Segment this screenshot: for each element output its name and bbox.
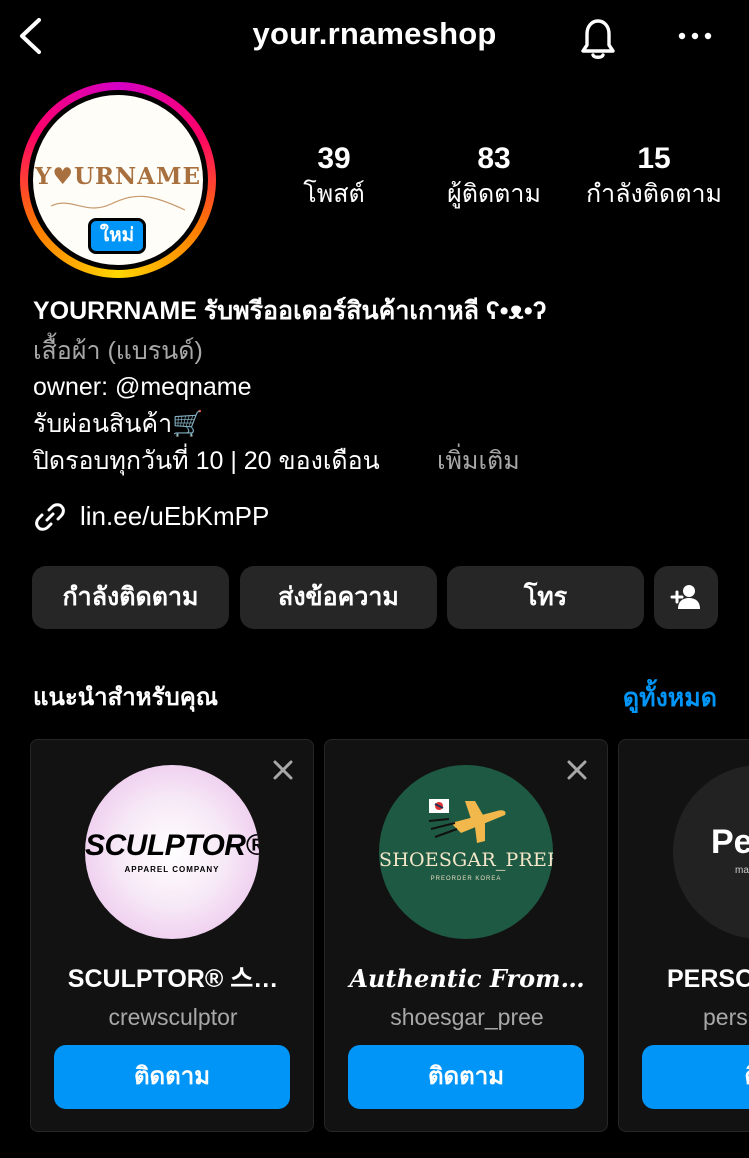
airplane-icon bbox=[428, 799, 506, 843]
close-icon bbox=[567, 760, 587, 780]
suggestion-name: Authentic From… bbox=[349, 964, 585, 993]
bio-link[interactable]: lin.ee/uEbKmPP bbox=[80, 500, 269, 532]
profile-username: your.rnameshop bbox=[252, 16, 497, 51]
bio-more-link[interactable]: เพิ่มเติม bbox=[437, 446, 520, 476]
followers-count[interactable]: 83 ผู้ติดตาม bbox=[414, 142, 574, 210]
follow-button[interactable]: ติด bbox=[642, 1045, 749, 1109]
following-count-label: กำลังติดตาม bbox=[586, 180, 722, 208]
suggestion-card[interactable]: SCULPTOR® APPAREL COMPANY SCULPTOR® 스… c… bbox=[30, 739, 314, 1132]
see-all-link[interactable]: ดูทั้งหมด bbox=[600, 682, 717, 714]
following-count-value: 15 bbox=[637, 142, 671, 175]
close-icon bbox=[273, 760, 293, 780]
avatar-brand-text: Per bbox=[711, 823, 749, 861]
suggestion-avatar[interactable]: SHOESGAR_PREE PREORDER KOREA bbox=[379, 765, 553, 939]
call-button[interactable]: โทร bbox=[447, 566, 644, 629]
posts-count[interactable]: 39 โพสต์ bbox=[254, 142, 414, 210]
bio-owner: owner: @meqname bbox=[33, 373, 252, 401]
follow-button[interactable]: ติดตาม bbox=[54, 1045, 290, 1109]
new-badge: ใหม่ bbox=[88, 218, 146, 254]
suggestion-handle: pers bbox=[703, 1004, 748, 1030]
message-button[interactable]: ส่งข้อความ bbox=[240, 566, 437, 629]
suggestion-handle: crewsculptor bbox=[108, 1004, 238, 1030]
avatar-decoration bbox=[51, 195, 185, 211]
dismiss-button[interactable] bbox=[270, 757, 296, 783]
bio-line-installment: รับผ่อนสินค้า🛒 bbox=[33, 410, 204, 438]
followers-count-label: ผู้ติดตาม bbox=[447, 180, 541, 208]
bell-icon bbox=[581, 19, 615, 59]
suggestion-name: SCULPTOR® 스… bbox=[67, 965, 279, 993]
avatar-brand-subtext: PREORDER KOREA bbox=[430, 876, 502, 882]
suggestion-avatar[interactable]: SCULPTOR® APPAREL COMPANY bbox=[85, 765, 259, 939]
suggestion-avatar[interactable]: Per mad bbox=[673, 765, 749, 939]
suggestion-card[interactable]: Per mad PERSO pers ติด bbox=[618, 739, 749, 1132]
bio-line-closing: ปิดรอบทุกวันที่ 10 | 20 ของเดือน bbox=[33, 447, 380, 475]
suggestion-name: PERSO bbox=[667, 965, 749, 993]
dismiss-button[interactable] bbox=[564, 757, 590, 783]
follow-button[interactable]: ติดตาม bbox=[348, 1045, 584, 1109]
posts-count-label: โพสต์ bbox=[303, 180, 365, 208]
more-icon bbox=[678, 32, 712, 40]
avatar-brand-text: SCULPTOR® bbox=[85, 829, 259, 862]
avatar-brand-text: SHOESGAR_PREE bbox=[379, 849, 553, 871]
link-icon bbox=[33, 500, 67, 534]
suggestion-card[interactable]: SHOESGAR_PREE PREORDER KOREA Authentic F… bbox=[324, 739, 608, 1132]
followers-count-value: 83 bbox=[477, 142, 511, 175]
add-user-icon bbox=[670, 585, 700, 609]
suggestions-title: แนะนำสำหรับคุณ bbox=[33, 684, 219, 711]
suggest-users-button[interactable] bbox=[654, 566, 718, 629]
bio-category: เสื้อผ้า (แบรนด์) bbox=[33, 337, 203, 365]
notifications-button[interactable] bbox=[573, 14, 623, 62]
posts-count-value: 39 bbox=[317, 142, 351, 175]
following-count[interactable]: 15 กำลังติดตาม bbox=[574, 142, 734, 210]
avatar-logo-text: Y♥URNAME bbox=[34, 163, 202, 190]
bio-name: YOURRNAME รับพรีออเดอร์สินค้าเกาหลี ʕ•ᴥ•… bbox=[33, 297, 547, 325]
avatar-brand-subtext: mad bbox=[735, 865, 749, 876]
following-button[interactable]: กำลังติดตาม bbox=[32, 566, 229, 629]
suggestion-handle: shoesgar_pree bbox=[390, 1004, 544, 1030]
more-options-button[interactable] bbox=[673, 24, 717, 48]
avatar-brand-subtext: APPAREL COMPANY bbox=[124, 865, 220, 874]
